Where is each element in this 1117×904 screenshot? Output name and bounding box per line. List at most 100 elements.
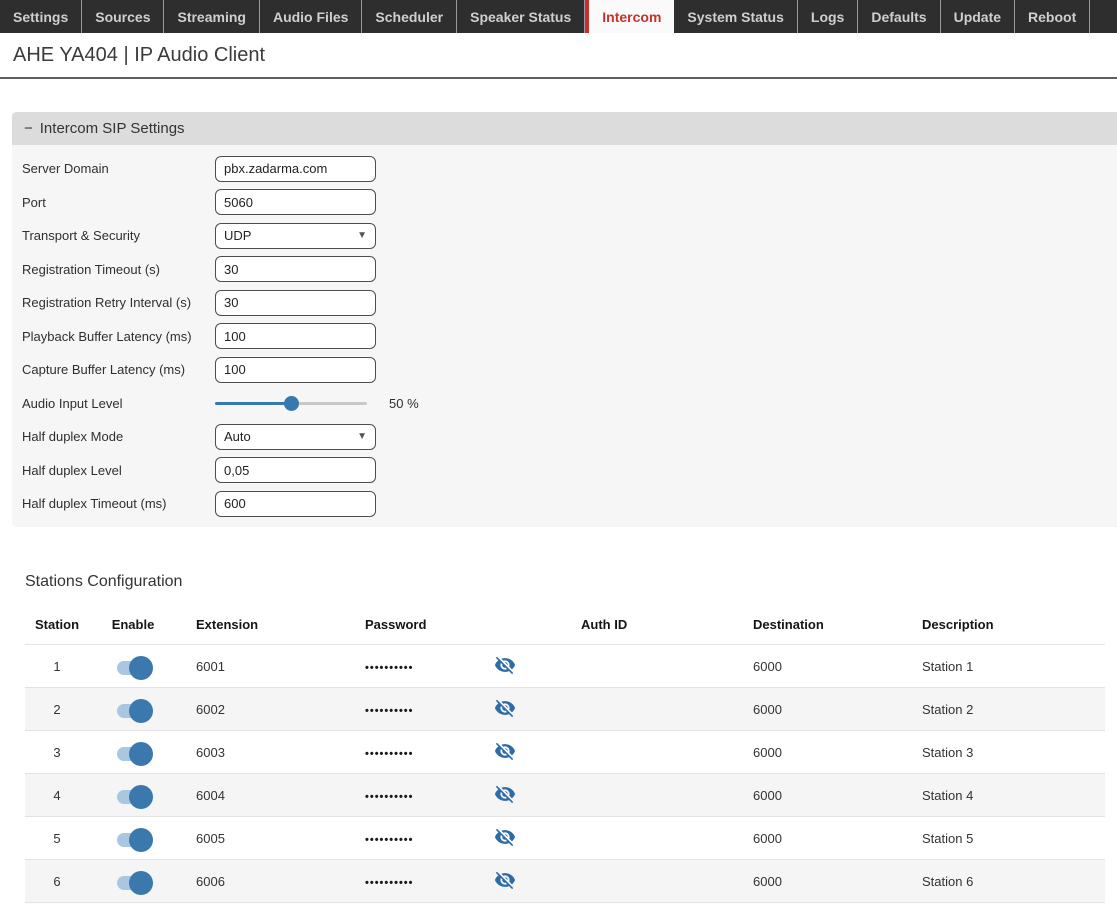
- tab-settings[interactable]: Settings: [0, 0, 82, 33]
- table-row: 1 6001 •••••••••• 6000 Station 1: [25, 645, 1105, 688]
- password-visibility-toggle-icon[interactable]: [494, 783, 516, 805]
- station-number: 5: [25, 817, 89, 860]
- tab-scheduler[interactable]: Scheduler: [362, 0, 457, 33]
- tab-update[interactable]: Update: [941, 0, 1015, 33]
- destination-value: 6000: [705, 645, 875, 688]
- transport-label: Transport & Security: [22, 228, 215, 243]
- toggle-knob: [129, 742, 153, 766]
- table-row: 2 6002 •••••••••• 6000 Station 2: [25, 688, 1105, 731]
- form-row-audio-level: Audio Input Level 50 %: [22, 387, 1117, 421]
- auth-id-value: [535, 688, 705, 731]
- audio-level-thumb[interactable]: [284, 396, 299, 411]
- transport-select[interactable]: UDP ▼: [215, 223, 376, 249]
- tab-system-status[interactable]: System Status: [674, 0, 797, 33]
- sip-panel-body: Server Domain Port Transport & Security …: [12, 145, 1117, 527]
- halfduplex-mode-select[interactable]: Auto ▼: [215, 424, 376, 450]
- tab-logs[interactable]: Logs: [798, 0, 858, 33]
- form-row-capture-latency: Capture Buffer Latency (ms): [22, 353, 1117, 387]
- description-value: Station 2: [875, 688, 1105, 731]
- col-header-destination: Destination: [705, 605, 875, 645]
- password-visibility-toggle-icon[interactable]: [494, 740, 516, 762]
- sip-settings-panel: − Intercom SIP Settings Server Domain Po…: [12, 112, 1117, 527]
- col-header-password: Password: [345, 605, 475, 645]
- extension-value: 6004: [177, 774, 345, 817]
- tab-sources[interactable]: Sources: [82, 0, 164, 33]
- reg-timeout-input[interactable]: [215, 256, 376, 282]
- description-value: Station 6: [875, 860, 1105, 903]
- auth-id-value: [535, 817, 705, 860]
- password-visibility-toggle-icon[interactable]: [494, 869, 516, 891]
- auth-id-value: [535, 860, 705, 903]
- description-value: Station 5: [875, 817, 1105, 860]
- halfduplex-level-input[interactable]: [215, 457, 376, 483]
- form-row-port: Port: [22, 186, 1117, 220]
- form-row-reg-retry: Registration Retry Interval (s): [22, 286, 1117, 320]
- col-header-station: Station: [25, 605, 89, 645]
- password-masked: ••••••••••: [365, 791, 414, 803]
- audio-level-slider[interactable]: [215, 396, 367, 410]
- col-header-auth-id: Auth ID: [535, 605, 705, 645]
- destination-value: 6000: [705, 860, 875, 903]
- halfduplex-mode-label: Half duplex Mode: [22, 429, 215, 444]
- sip-panel-header[interactable]: − Intercom SIP Settings: [12, 112, 1117, 145]
- destination-value: 6000: [705, 774, 875, 817]
- form-row-halfduplex-mode: Half duplex Mode Auto ▼: [22, 420, 1117, 454]
- col-header-extension: Extension: [177, 605, 345, 645]
- stations-table-body: 1 6001 •••••••••• 6000 Station 1 2 6002 …: [25, 645, 1105, 903]
- destination-value: 6000: [705, 688, 875, 731]
- audio-level-label: Audio Input Level: [22, 396, 215, 411]
- stations-table: Station Enable Extension Password Auth I…: [25, 605, 1105, 904]
- enable-toggle[interactable]: [117, 876, 149, 890]
- toggle-knob: [129, 785, 153, 809]
- password-visibility-toggle-icon[interactable]: [494, 697, 516, 719]
- form-row-server-domain: Server Domain: [22, 152, 1117, 186]
- description-value: Station 4: [875, 774, 1105, 817]
- destination-value: 6000: [705, 817, 875, 860]
- sip-panel-title: Intercom SIP Settings: [40, 120, 185, 137]
- enable-toggle[interactable]: [117, 833, 149, 847]
- tab-intercom[interactable]: Intercom: [585, 0, 674, 33]
- tab-streaming[interactable]: Streaming: [164, 0, 259, 33]
- server-domain-input[interactable]: [215, 156, 376, 182]
- reg-retry-input[interactable]: [215, 290, 376, 316]
- playback-latency-input[interactable]: [215, 323, 376, 349]
- table-row: 4 6004 •••••••••• 6000 Station 4: [25, 774, 1105, 817]
- auth-id-value: [535, 645, 705, 688]
- tab-audio-files[interactable]: Audio Files: [260, 0, 362, 33]
- tab-reboot[interactable]: Reboot: [1015, 0, 1090, 33]
- form-row-playback-latency: Playback Buffer Latency (ms): [22, 320, 1117, 354]
- enable-toggle[interactable]: [117, 747, 149, 761]
- stations-header-row: Station Enable Extension Password Auth I…: [25, 605, 1105, 645]
- capture-latency-input[interactable]: [215, 357, 376, 383]
- server-domain-label: Server Domain: [22, 161, 215, 176]
- station-number: 1: [25, 645, 89, 688]
- halfduplex-timeout-input[interactable]: [215, 491, 376, 517]
- description-value: Station 1: [875, 645, 1105, 688]
- password-masked: ••••••••••: [365, 662, 414, 674]
- toggle-knob: [129, 871, 153, 895]
- col-header-password-visibility: [475, 605, 535, 645]
- auth-id-value: [535, 731, 705, 774]
- station-number: 6: [25, 860, 89, 903]
- audio-level-value: 50 %: [389, 396, 419, 411]
- enable-toggle[interactable]: [117, 661, 149, 675]
- tab-defaults[interactable]: Defaults: [858, 0, 940, 33]
- toggle-knob: [129, 828, 153, 852]
- reg-timeout-label: Registration Timeout (s): [22, 262, 215, 277]
- halfduplex-level-label: Half duplex Level: [22, 463, 215, 478]
- port-input[interactable]: [215, 189, 376, 215]
- tab-speaker-status[interactable]: Speaker Status: [457, 0, 585, 33]
- extension-value: 6003: [177, 731, 345, 774]
- chevron-down-icon: ▼: [357, 230, 367, 241]
- col-header-enable: Enable: [89, 605, 177, 645]
- password-visibility-toggle-icon[interactable]: [494, 654, 516, 676]
- table-row: 5 6005 •••••••••• 6000 Station 5: [25, 817, 1105, 860]
- enable-toggle[interactable]: [117, 704, 149, 718]
- enable-toggle[interactable]: [117, 790, 149, 804]
- password-visibility-toggle-icon[interactable]: [494, 826, 516, 848]
- station-number: 4: [25, 774, 89, 817]
- chevron-down-icon: ▼: [357, 431, 367, 442]
- collapse-icon[interactable]: −: [24, 120, 33, 137]
- password-masked: ••••••••••: [365, 834, 414, 846]
- title-bar: AHE YA404 | IP Audio Client: [0, 33, 1117, 79]
